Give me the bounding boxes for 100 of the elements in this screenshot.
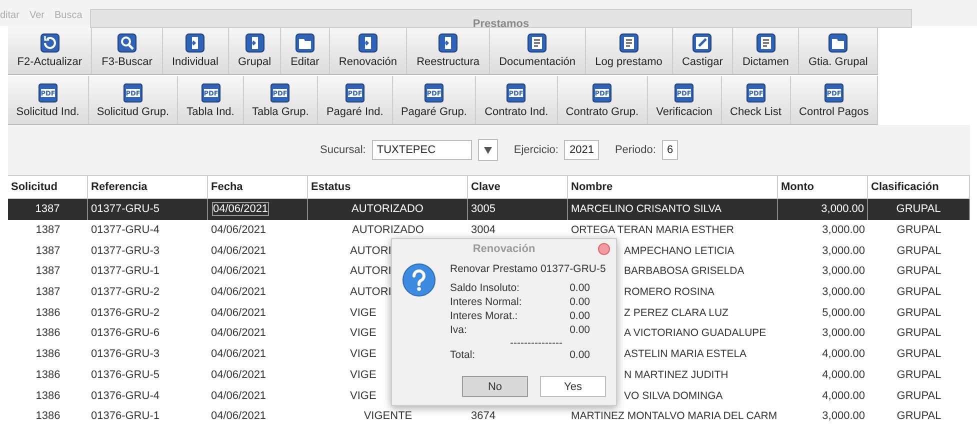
dropdown-button[interactable]: [478, 139, 498, 161]
table-cell[interactable]: 01376-GRU-3: [88, 344, 208, 364]
table-cell[interactable]: 3,000.00: [778, 261, 868, 282]
table-cell[interactable]: GRUPAL: [868, 220, 970, 240]
table-cell[interactable]: AUTORIZADO: [308, 199, 468, 220]
table-cell[interactable]: AUTORIZADO: [308, 220, 468, 240]
table-cell[interactable]: 04/06/2021: [208, 261, 308, 282]
table-cell[interactable]: GRUPAL: [868, 406, 970, 427]
toolbar-button[interactable]: Reestructura: [407, 26, 490, 74]
table-cell[interactable]: MARCELINO CRISANTO SILVA: [568, 199, 778, 220]
table-cell[interactable]: 3,000.00: [778, 240, 868, 262]
column-header[interactable]: Nombre: [568, 176, 778, 198]
toolbar-button[interactable]: Grupal: [228, 26, 282, 74]
branch-dropdown[interactable]: TUXTEPEC: [372, 140, 472, 160]
table-cell[interactable]: 3,000.00: [778, 406, 868, 427]
table-cell[interactable]: 1386: [8, 344, 88, 364]
close-button[interactable]: [598, 243, 610, 255]
table-cell[interactable]: 1387: [8, 261, 88, 282]
table-cell[interactable]: 4,000.00: [778, 364, 868, 386]
table-cell[interactable]: 01376-GRU-6: [88, 323, 208, 344]
table-cell[interactable]: 3674: [468, 406, 568, 427]
table-cell[interactable]: 01377-GRU-3: [88, 240, 208, 262]
table-cell[interactable]: 3,000.00: [778, 323, 868, 344]
table-cell[interactable]: GRUPAL: [868, 344, 970, 364]
table-cell[interactable]: 1386: [8, 302, 88, 324]
table-cell[interactable]: GRUPAL: [868, 364, 970, 386]
table-cell[interactable]: 04/06/2021: [208, 220, 308, 240]
table-cell[interactable]: 1387: [8, 220, 88, 240]
amount-label: Interes Morat.:: [450, 310, 519, 323]
dialog-button[interactable]: No: [462, 376, 528, 397]
table-cell[interactable]: 3005: [468, 199, 568, 220]
table-cell[interactable]: 3004: [468, 220, 568, 240]
table-cell[interactable]: 01377-GRU-2: [88, 282, 208, 302]
table-cell[interactable]: VIGENTE: [308, 406, 468, 427]
table-cell[interactable]: 04/06/2021: [208, 364, 308, 386]
list-document-icon: [527, 32, 548, 52]
table-cell[interactable]: 4,000.00: [778, 385, 868, 406]
table-cell[interactable]: 01377-GRU-5: [88, 199, 208, 220]
amount-label: Iva:: [450, 324, 468, 337]
toolbar-button[interactable]: Renovación: [330, 26, 408, 74]
year-field[interactable]: 2021: [564, 140, 599, 160]
table-cell[interactable]: 01376-GRU-5: [88, 364, 208, 386]
table-cell[interactable]: 04/06/2021: [208, 385, 308, 406]
column-header[interactable]: Solicitud: [8, 176, 88, 198]
table-cell[interactable]: MARTINEZ MONTALVO MARIA DEL CARM: [568, 406, 778, 427]
column-header[interactable]: Estatus: [308, 176, 468, 198]
table-cell[interactable]: GRUPAL: [868, 323, 970, 344]
table-cell[interactable]: 01376-GRU-2: [88, 302, 208, 324]
table-cell[interactable]: 1386: [8, 406, 88, 427]
field-label: Ejercicio:: [514, 144, 558, 156]
toolbar-button[interactable]: Castigar: [672, 26, 734, 74]
column-header[interactable]: Clave: [468, 176, 568, 198]
list-document-icon: [618, 32, 639, 52]
toolbar-button[interactable]: Documentación: [490, 26, 586, 74]
table-cell[interactable]: 01377-GRU-1: [88, 261, 208, 282]
table-cell[interactable]: 04/06/2021: [208, 323, 308, 344]
column-header[interactable]: Clasificación: [868, 176, 970, 198]
table-cell[interactable]: GRUPAL: [868, 302, 970, 324]
table-cell[interactable]: 3,000.00: [778, 282, 868, 302]
toolbar-button[interactable]: Gtia. Grupal: [799, 26, 878, 74]
table-cell[interactable]: 1386: [8, 323, 88, 344]
column-header[interactable]: Fecha: [208, 176, 308, 198]
table-cell[interactable]: 01377-GRU-4: [88, 220, 208, 240]
table-cell[interactable]: 1387: [8, 240, 88, 262]
toolbar-button[interactable]: F3-Buscar: [92, 26, 163, 74]
table-cell[interactable]: 4,000.00: [778, 344, 868, 364]
toolbar-button[interactable]: Log prestamo: [586, 26, 673, 74]
table-cell[interactable]: 1386: [8, 364, 88, 386]
table-cell[interactable]: 1387: [8, 199, 88, 220]
table-cell[interactable]: 04/06/2021: [208, 302, 308, 324]
table-cell[interactable]: 1386: [8, 385, 88, 406]
table-cell[interactable]: 01376-GRU-1: [88, 406, 208, 427]
table-cell[interactable]: ORTEGA TERAN MARIA ESTHER: [568, 220, 778, 240]
table-cell[interactable]: GRUPAL: [868, 385, 970, 406]
table-cell[interactable]: 3,000.00: [778, 199, 868, 220]
table-cell[interactable]: 04/06/2021: [208, 199, 308, 220]
table-cell[interactable]: 1387: [8, 282, 88, 302]
total-label: Total:: [450, 349, 476, 362]
toolbar-button[interactable]: Dictamen: [733, 26, 800, 74]
table-cell[interactable]: 01376-GRU-4: [88, 385, 208, 406]
question-icon: [402, 263, 436, 297]
table-cell[interactable]: 3,000.00: [778, 220, 868, 240]
table-cell[interactable]: GRUPAL: [868, 199, 970, 220]
table-cell[interactable]: GRUPAL: [868, 240, 970, 262]
table-cell[interactable]: GRUPAL: [868, 282, 970, 302]
dialog-message: Renovar Prestamo 01377-GRU-5: [450, 263, 606, 275]
toolbar-button[interactable]: Editar: [281, 26, 330, 74]
column-header[interactable]: Referencia: [88, 176, 208, 198]
folder-icon: [294, 32, 315, 52]
column-header[interactable]: Monto: [778, 176, 868, 198]
table-cell[interactable]: 04/06/2021: [208, 282, 308, 302]
table-cell[interactable]: GRUPAL: [868, 261, 970, 282]
table-cell[interactable]: 04/06/2021: [208, 406, 308, 427]
table-cell[interactable]: 04/06/2021: [208, 344, 308, 364]
period-field[interactable]: 6: [662, 140, 678, 160]
table-cell[interactable]: 04/06/2021: [208, 240, 308, 262]
toolbar-button[interactable]: Individual: [162, 26, 229, 74]
table-cell[interactable]: 5,000.00: [778, 302, 868, 324]
toolbar-button[interactable]: F2-Actualizar: [8, 26, 92, 74]
dialog-button[interactable]: Yes: [540, 376, 606, 397]
